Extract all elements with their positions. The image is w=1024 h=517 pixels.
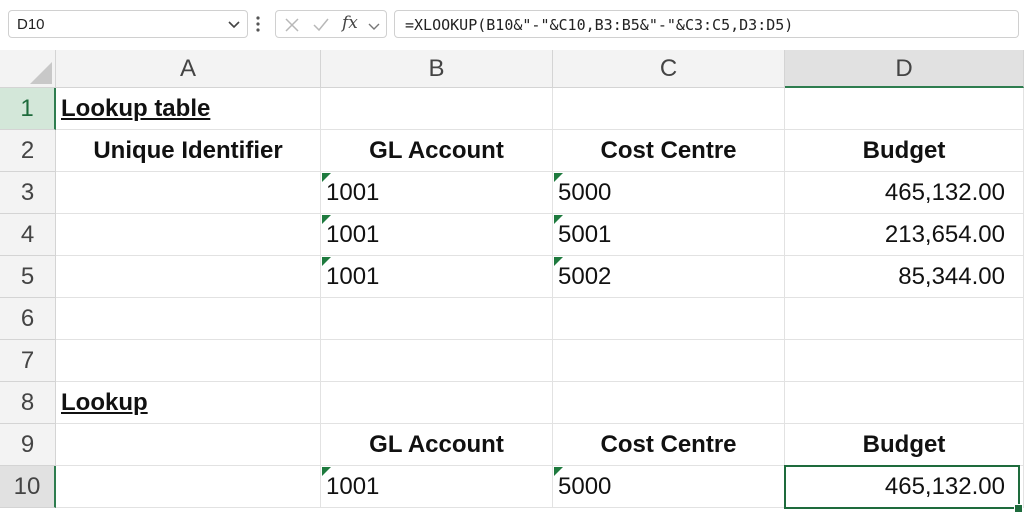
chevron-down-icon[interactable]: [368, 19, 380, 37]
row-header-8[interactable]: 8: [0, 382, 56, 424]
cell-c1[interactable]: [553, 88, 785, 130]
cell-d5[interactable]: 85,344.00: [785, 256, 1024, 298]
cell-d6[interactable]: [785, 298, 1024, 340]
cell-d10[interactable]: 465,132.00: [785, 466, 1024, 508]
cell-a7[interactable]: [56, 340, 321, 382]
cell-c2[interactable]: Cost Centre: [553, 130, 785, 172]
cell-d2[interactable]: Budget: [785, 130, 1024, 172]
cell-b9[interactable]: GL Account: [321, 424, 553, 466]
cell-a3[interactable]: [56, 172, 321, 214]
cell-c5[interactable]: 5002: [553, 256, 785, 298]
cell-a10[interactable]: [56, 466, 321, 508]
cell-a5[interactable]: [56, 256, 321, 298]
cell-c10[interactable]: 5000: [553, 466, 785, 508]
row-header-10[interactable]: 10: [0, 466, 56, 508]
column-header-d[interactable]: D: [785, 50, 1024, 88]
formula-input[interactable]: =XLOOKUP(B10&"-"&C10,B3:B5&"-"&C3:C5,D3:…: [394, 10, 1019, 38]
cell-b1[interactable]: [321, 88, 553, 130]
cell-b4[interactable]: 1001: [321, 214, 553, 256]
row-header-6[interactable]: 6: [0, 298, 56, 340]
row-header-1[interactable]: 1: [0, 88, 56, 130]
cell-b7[interactable]: [321, 340, 553, 382]
column-header-c[interactable]: C: [553, 50, 785, 88]
worksheet-grid: A B C D 1 2 3 4 5 6 7 8 9 10 Lookup tabl…: [0, 50, 1024, 517]
cell-c8[interactable]: [553, 382, 785, 424]
insert-function-icon[interactable]: fx: [342, 13, 358, 33]
enter-check-icon[interactable]: [312, 17, 330, 38]
cell-d4[interactable]: 213,654.00: [785, 214, 1024, 256]
column-header-a[interactable]: A: [56, 50, 321, 88]
select-all-button[interactable]: [0, 50, 56, 88]
chevron-down-icon[interactable]: [227, 17, 241, 36]
cell-a6[interactable]: [56, 298, 321, 340]
formula-bar: D10 fx =XLOOKUP(B10&"-"&C10,B3:B5&"-"&C3…: [0, 0, 1024, 50]
fill-handle[interactable]: [1014, 504, 1023, 513]
cancel-icon[interactable]: [284, 17, 300, 38]
row-header-7[interactable]: 7: [0, 340, 56, 382]
row-header-9[interactable]: 9: [0, 424, 56, 466]
cell-c4[interactable]: 5001: [553, 214, 785, 256]
cell-b5[interactable]: 1001: [321, 256, 553, 298]
cell-d3[interactable]: 465,132.00: [785, 172, 1024, 214]
cell-c6[interactable]: [553, 298, 785, 340]
name-box-value: D10: [17, 16, 45, 33]
more-options-icon[interactable]: [255, 13, 261, 40]
cell-b10[interactable]: 1001: [321, 466, 553, 508]
cell-d8[interactable]: [785, 382, 1024, 424]
row-header-2[interactable]: 2: [0, 130, 56, 172]
name-box[interactable]: D10: [8, 10, 248, 38]
column-header-b[interactable]: B: [321, 50, 553, 88]
cell-a9[interactable]: [56, 424, 321, 466]
cell-c3[interactable]: 5000: [553, 172, 785, 214]
cell-a4[interactable]: [56, 214, 321, 256]
cell-a8[interactable]: Lookup: [56, 382, 321, 424]
formula-text: =XLOOKUP(B10&"-"&C10,B3:B5&"-"&C3:C5,D3:…: [405, 16, 794, 34]
cell-b2[interactable]: GL Account: [321, 130, 553, 172]
cell-c7[interactable]: [553, 340, 785, 382]
cell-b6[interactable]: [321, 298, 553, 340]
cell-b3[interactable]: 1001: [321, 172, 553, 214]
cell-c9[interactable]: Cost Centre: [553, 424, 785, 466]
cell-d7[interactable]: [785, 340, 1024, 382]
cell-d1[interactable]: [785, 88, 1024, 130]
row-header-5[interactable]: 5: [0, 256, 56, 298]
cell-a2[interactable]: Unique Identifier: [56, 130, 321, 172]
cell-a1[interactable]: Lookup table: [56, 88, 321, 130]
cell-b8[interactable]: [321, 382, 553, 424]
cell-d9[interactable]: Budget: [785, 424, 1024, 466]
row-header-4[interactable]: 4: [0, 214, 56, 256]
row-header-3[interactable]: 3: [0, 172, 56, 214]
formula-buttons: fx: [275, 10, 387, 38]
